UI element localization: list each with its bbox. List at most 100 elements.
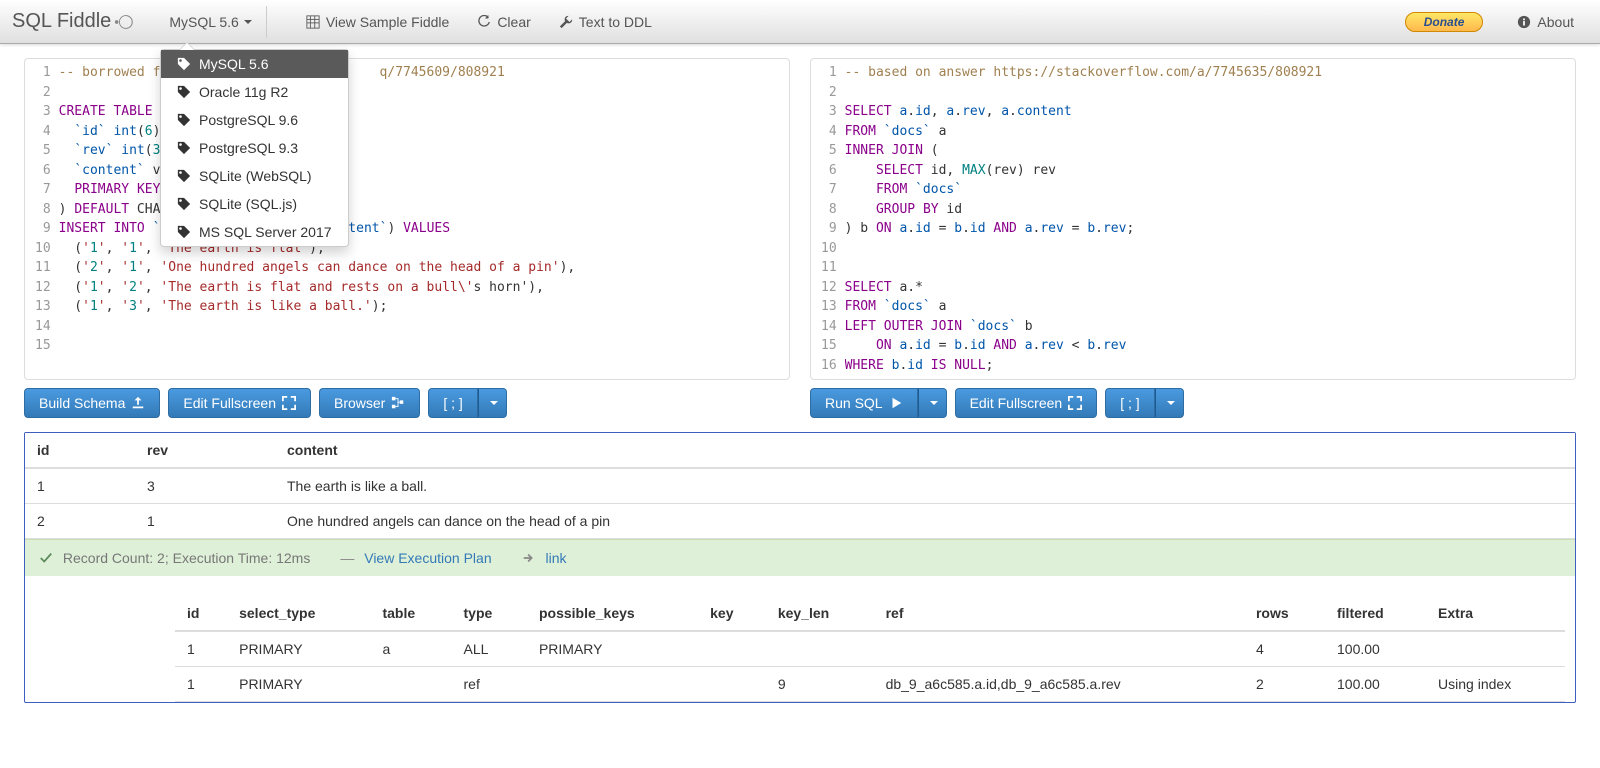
expand-icon bbox=[282, 396, 296, 410]
table-cell bbox=[698, 667, 766, 702]
table-cell: 1 bbox=[175, 667, 227, 702]
plan-header: rows bbox=[1244, 596, 1325, 631]
db-option[interactable]: SQLite (SQL.js) bbox=[161, 190, 348, 218]
query-gutter: 12345678910111213141516 bbox=[811, 63, 845, 375]
minus-icon: — bbox=[340, 550, 354, 566]
db-option[interactable]: MS SQL Server 2017 bbox=[161, 218, 348, 246]
view-plan[interactable]: — View Execution Plan bbox=[340, 550, 491, 566]
db-option[interactable]: SQLite (WebSQL) bbox=[161, 162, 348, 190]
run-sql-caret[interactable] bbox=[918, 388, 947, 418]
query-buttons: Run SQL Edit Fullscreen [ ; ] bbox=[810, 388, 1576, 418]
db-option-label: Oracle 11g R2 bbox=[199, 84, 288, 100]
db-select-dropdown[interactable]: MySQL 5.6 bbox=[155, 6, 267, 38]
view-sample-button[interactable]: View Sample Fiddle bbox=[292, 6, 463, 38]
about-button[interactable]: About bbox=[1503, 6, 1588, 38]
run-sql-button[interactable]: Run SQL bbox=[810, 388, 918, 418]
edit-fullscreen-label: Edit Fullscreen bbox=[183, 395, 276, 411]
table-cell bbox=[698, 631, 766, 667]
db-option-label: MS SQL Server 2017 bbox=[199, 224, 332, 240]
table-cell bbox=[766, 631, 874, 667]
table-cell bbox=[1426, 631, 1565, 667]
table-cell bbox=[527, 667, 698, 702]
query-editor[interactable]: 12345678910111213141516 -- based on answ… bbox=[811, 59, 1575, 379]
table-row: 21One hundred angels can dance on the he… bbox=[25, 504, 1575, 539]
tag-icon bbox=[177, 85, 191, 99]
share-icon bbox=[522, 551, 536, 565]
db-option-label: SQLite (WebSQL) bbox=[199, 168, 312, 184]
navbar: SQL Fiddle MySQL 5.6 View Sample Fiddle … bbox=[0, 0, 1600, 44]
plan-header: filtered bbox=[1325, 596, 1426, 631]
browser-label: Browser bbox=[334, 395, 385, 411]
table-cell: The earth is like a ball. bbox=[275, 468, 1575, 504]
table-cell bbox=[874, 631, 1244, 667]
table-cell: ref bbox=[452, 667, 527, 702]
schema-terminator-caret[interactable] bbox=[478, 388, 507, 418]
db-option[interactable]: MySQL 5.6 bbox=[161, 50, 348, 78]
link-item[interactable]: link bbox=[522, 550, 567, 566]
wrench-icon bbox=[559, 15, 573, 29]
table-cell: 2 bbox=[1244, 667, 1325, 702]
link-link[interactable]: link bbox=[546, 550, 567, 566]
table-cell: 2 bbox=[25, 504, 135, 539]
plan-header: key_len bbox=[766, 596, 874, 631]
table-cell: 100.00 bbox=[1325, 667, 1426, 702]
execution-plan-wrap: idselect_typetabletypepossible_keyskeyke… bbox=[25, 576, 1575, 702]
edit-fullscreen-label: Edit Fullscreen bbox=[970, 395, 1063, 411]
build-schema-label: Build Schema bbox=[39, 395, 125, 411]
query-terminator-caret[interactable] bbox=[1155, 388, 1184, 418]
tag-icon bbox=[177, 169, 191, 183]
plan-header: table bbox=[370, 596, 451, 631]
table-row: 1PRIMARYref9db_9_a6c585.a.id,db_9_a6c585… bbox=[175, 667, 1565, 702]
db-dropdown-menu: MySQL 5.6 Oracle 11g R2 PostgreSQL 9.6 Post… bbox=[160, 49, 349, 247]
table-cell: PRIMARY bbox=[527, 631, 698, 667]
brand-text: SQL Fiddle bbox=[12, 10, 111, 33]
caret-down-icon bbox=[930, 401, 938, 405]
db-option[interactable]: PostgreSQL 9.6 bbox=[161, 106, 348, 134]
view-plan-link[interactable]: View Execution Plan bbox=[364, 550, 491, 566]
results-header: id bbox=[25, 433, 135, 468]
db-option-label: PostgreSQL 9.3 bbox=[199, 140, 298, 156]
schema-terminator-button[interactable]: [ ; ] bbox=[428, 388, 477, 418]
upload-icon bbox=[131, 396, 145, 410]
table-cell: 100.00 bbox=[1325, 631, 1426, 667]
query-code[interactable]: -- based on answer https://stackoverflow… bbox=[845, 63, 1575, 375]
results-header: rev bbox=[135, 433, 275, 468]
query-editor-panel: 12345678910111213141516 -- based on answ… bbox=[810, 58, 1576, 380]
db-option-label: PostgreSQL 9.6 bbox=[199, 112, 298, 128]
brand[interactable]: SQL Fiddle bbox=[12, 10, 135, 33]
results-header: content bbox=[275, 433, 1575, 468]
schema-gutter: 123456789101112131415 bbox=[25, 63, 59, 356]
check-icon bbox=[39, 551, 53, 565]
terminator-label: [ ; ] bbox=[443, 395, 462, 411]
caret-down-icon bbox=[490, 401, 498, 405]
text-to-ddl-label: Text to DDL bbox=[579, 14, 652, 30]
table-cell: One hundred angels can dance on the head… bbox=[275, 504, 1575, 539]
table-cell: Using index bbox=[1426, 667, 1565, 702]
table-cell: PRIMARY bbox=[227, 631, 370, 667]
grid-icon bbox=[306, 15, 320, 29]
db-selected-label: MySQL 5.6 bbox=[169, 14, 239, 30]
table-cell: 1 bbox=[175, 631, 227, 667]
edit-fullscreen-schema-button[interactable]: Edit Fullscreen bbox=[168, 388, 311, 418]
clear-button[interactable]: Clear bbox=[463, 6, 544, 38]
plan-header: id bbox=[175, 596, 227, 631]
schema-buttons: Build Schema Edit Fullscreen Browser [ ;… bbox=[24, 388, 790, 418]
query-terminator-button[interactable]: [ ; ] bbox=[1105, 388, 1154, 418]
db-option-label: SQLite (SQL.js) bbox=[199, 196, 297, 212]
table-cell: 9 bbox=[766, 667, 874, 702]
db-option[interactable]: Oracle 11g R2 bbox=[161, 78, 348, 106]
donate-button[interactable]: Donate bbox=[1405, 12, 1484, 32]
table-cell: 1 bbox=[135, 504, 275, 539]
results-footer: Record Count: 2; Execution Time: 12ms — … bbox=[25, 539, 1575, 576]
edit-fullscreen-query-button[interactable]: Edit Fullscreen bbox=[955, 388, 1098, 418]
db-option[interactable]: PostgreSQL 9.3 bbox=[161, 134, 348, 162]
run-sql-group: Run SQL bbox=[810, 388, 947, 418]
text-to-ddl-button[interactable]: Text to DDL bbox=[545, 6, 666, 38]
browser-button[interactable]: Browser bbox=[319, 388, 420, 418]
schema-editor-panel: 123456789101112131415 -- borrowed from q… bbox=[24, 58, 790, 380]
schema-editor[interactable]: 123456789101112131415 -- borrowed from q… bbox=[25, 59, 789, 360]
plan-header-row: idselect_typetabletypepossible_keyskeyke… bbox=[175, 596, 1565, 631]
plan-header: ref bbox=[874, 596, 1244, 631]
table-cell: ALL bbox=[452, 631, 527, 667]
build-schema-button[interactable]: Build Schema bbox=[24, 388, 160, 418]
